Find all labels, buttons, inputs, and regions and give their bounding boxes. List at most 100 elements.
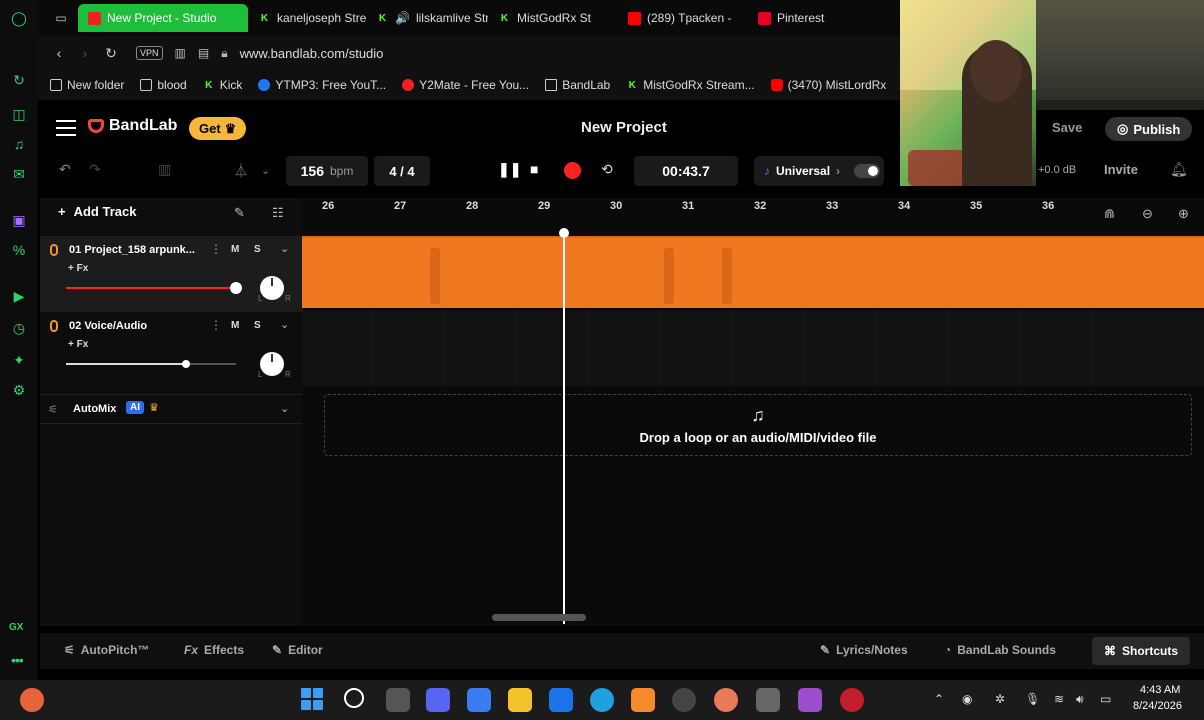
lyrics-notes-button[interactable]: ✎ Lyrics/Notes [820, 643, 908, 657]
track-name[interactable]: 01 Project_158 arpunk... [69, 244, 201, 256]
clock-time[interactable]: 4:43 AM [1140, 684, 1180, 696]
project-title[interactable]: New Project [581, 119, 667, 136]
keyboard-icon[interactable]: ▥ [158, 161, 171, 178]
bandlab-logo[interactable]: BandLab [88, 117, 177, 135]
windows-start-icon[interactable] [301, 688, 323, 710]
key-selector[interactable]: ♪ Universal › [754, 156, 884, 186]
editor-button[interactable]: ✎ Editor [272, 643, 323, 657]
empty-track-lane[interactable] [302, 310, 1204, 386]
magnet-icon[interactable]: ⋒ [1104, 206, 1115, 222]
tab-lilskamlive[interactable]: K 🔊 lilskamlive Str [366, 4, 488, 32]
volume-thumb[interactable] [182, 360, 190, 368]
video-editor-icon[interactable] [798, 688, 822, 712]
tray-overflow-icon[interactable]: ⌃ [934, 692, 944, 706]
bookmark-kick[interactable]: K Kick [203, 78, 242, 92]
bookmark-y2mate[interactable]: Y2Mate - Free You... [402, 78, 529, 92]
effects-button[interactable]: Fx Effects [184, 643, 244, 657]
obs-icon[interactable] [672, 688, 696, 712]
tempo-field[interactable]: 156 bpm [286, 156, 368, 186]
bell-icon[interactable]: 🔔︎ [1170, 161, 1188, 178]
tab-mistgodrx[interactable]: K MistGodRx St [488, 4, 618, 32]
save-button[interactable]: Save [1052, 120, 1082, 135]
metronome-dropdown-icon[interactable]: ⌄ [261, 164, 270, 177]
file-explorer-icon[interactable] [508, 688, 532, 712]
refresh-icon[interactable]: ↻ [9, 70, 29, 90]
printer-icon[interactable]: ▤ [198, 46, 209, 60]
search-icon[interactable] [344, 688, 364, 708]
invite-button[interactable]: Invite [1104, 162, 1138, 177]
timeline-ruler[interactable]: 26 27 28 29 30 31 32 33 34 35 36 ⋒ ⊖ ⊕ [302, 198, 1204, 234]
percent-icon[interactable]: % [9, 240, 29, 260]
url-field[interactable]: www.bandlab.com/studio [240, 46, 384, 61]
twitch-icon[interactable]: ▣ [9, 210, 29, 230]
reload-icon[interactable]: ↻ [98, 45, 124, 62]
clock-date[interactable]: 8/24/2026 [1133, 700, 1182, 712]
tab-kaneljoseph[interactable]: K kaneljoseph Strea [248, 4, 366, 32]
wifi-icon[interactable]: ≋ [1054, 692, 1064, 706]
shopping-icon[interactable]: ◫ [9, 104, 29, 124]
loop-icon[interactable]: ⟲ [601, 161, 613, 178]
drop-zone[interactable]: ♫ Drop a loop or an audio/MIDI/video fil… [324, 394, 1192, 456]
key-toggle[interactable] [854, 164, 881, 178]
publish-button[interactable]: ◎ Publish [1105, 117, 1193, 141]
pause-icon[interactable]: ❚❚ [498, 161, 521, 178]
redo-icon[interactable]: ↷ [89, 161, 101, 178]
extensions-icon[interactable]: ✦ [9, 350, 29, 370]
tab-tpacken[interactable]: (289) Tpacken - [618, 4, 748, 32]
outlook-icon[interactable] [549, 688, 573, 712]
bookmark-blood[interactable]: blood [140, 78, 187, 92]
player-icon[interactable]: ▶ [9, 286, 29, 306]
volume-slider[interactable] [66, 360, 236, 368]
more-icon[interactable]: ••• [11, 652, 24, 668]
discord-icon[interactable] [426, 688, 450, 712]
pan-knob[interactable] [260, 276, 284, 300]
playhead[interactable] [563, 232, 565, 624]
tab-new-project[interactable]: New Project - Studio [78, 4, 248, 32]
sidebar-panel-icon[interactable]: ▥ [175, 46, 186, 60]
stop-icon[interactable]: ■ [530, 161, 538, 177]
microphone-icon[interactable]: 🎙︎ [1025, 692, 1040, 706]
tab-islands-icon[interactable]: ▭ [50, 7, 72, 29]
chevron-down-icon[interactable]: ⌄ [280, 402, 289, 415]
shortcuts-button[interactable]: ⌘ Shortcuts [1092, 637, 1191, 665]
audio-region[interactable] [302, 236, 1204, 308]
pan-knob[interactable] [260, 352, 284, 376]
chevron-down-icon[interactable]: ⌄ [280, 242, 289, 255]
get-membership-button[interactable]: Get ♛ [189, 117, 247, 140]
metronome-icon[interactable]: ⏃ [234, 161, 248, 181]
solo-button[interactable]: S [254, 244, 261, 255]
edge-icon[interactable] [590, 688, 614, 712]
track-row[interactable]: 02 Voice/Audio ⋮ M S ⌄ + Fx L R [40, 312, 302, 388]
add-fx-button[interactable]: + Fx [68, 263, 88, 274]
mute-button[interactable]: M [231, 320, 239, 331]
horizontal-scrollbar[interactable] [492, 614, 586, 621]
more-vertical-icon[interactable]: ⋮ [210, 318, 222, 332]
solo-button[interactable]: S [254, 320, 261, 331]
volume-thumb[interactable] [230, 282, 242, 294]
record-button[interactable] [564, 162, 581, 179]
time-signature-field[interactable]: 4 / 4 [374, 156, 430, 186]
chevron-down-icon[interactable]: ⌄ [280, 318, 289, 331]
speaker-icon[interactable]: 🔊 [395, 11, 410, 25]
bookmark-ytmp3[interactable]: YTMP3: Free YouT... [258, 78, 386, 92]
more-vertical-icon[interactable]: ⋮ [210, 242, 222, 256]
task-view-icon[interactable] [386, 688, 410, 712]
track-row[interactable]: 01 Project_158 arpunk... ⋮ M S ⌄ + Fx L … [40, 236, 302, 312]
undo-icon[interactable]: ↶ [59, 161, 71, 178]
opera-gx-logo-icon[interactable]: ◯ [9, 8, 29, 28]
fl-studio-icon[interactable] [631, 688, 655, 712]
weather-widget-icon[interactable] [20, 688, 44, 712]
music-icon[interactable]: ♫ [9, 134, 29, 154]
bandlab-sounds-button[interactable]: ◔ BandLab Sounds [944, 643, 1056, 657]
app-icon[interactable] [714, 688, 738, 712]
bookmark-mistlordrx[interactable]: (3470) MistLordRx [770, 78, 886, 92]
camera-icon[interactable] [756, 688, 780, 712]
pencil-tool-icon[interactable]: ✎ [234, 205, 245, 221]
add-fx-button[interactable]: + Fx [68, 339, 88, 350]
bookmark-mistgodrx[interactable]: K MistGodRx Stream... [626, 78, 755, 92]
volume-slider[interactable] [66, 282, 242, 294]
track-name[interactable]: 02 Voice/Audio [69, 320, 201, 332]
add-track-button[interactable]: + Add Track [58, 204, 136, 219]
tray-app-icon[interactable]: ◉ [962, 692, 972, 706]
bookmark-bandlab[interactable]: BandLab [545, 78, 610, 92]
